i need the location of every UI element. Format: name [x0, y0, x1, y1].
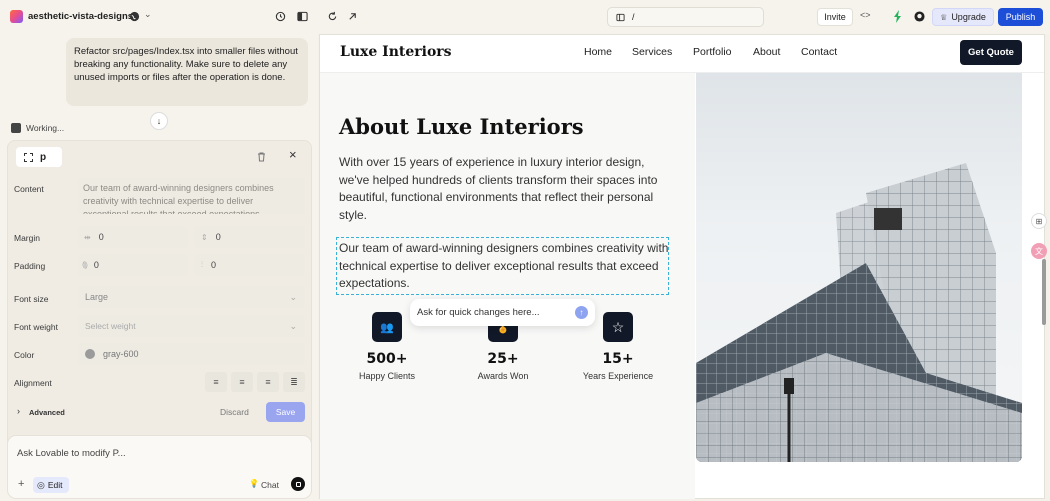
send-button[interactable]: ↑ — [575, 306, 588, 319]
code-icon[interactable]: <> — [860, 10, 871, 20]
margin-x-input[interactable]: ⇹ 0 — [77, 226, 188, 248]
padding-x-input[interactable]: ⟬⟭ 0 — [77, 254, 188, 276]
preview-scrollbar[interactable] — [1042, 259, 1046, 325]
font-weight-label: Font weight — [14, 322, 58, 332]
padding-label: Padding — [14, 261, 46, 271]
element-select-icon — [24, 152, 33, 162]
working-status: Working... — [26, 123, 65, 133]
padding-y-input[interactable]: ⫶ 0 — [194, 254, 305, 276]
user-message-bubble: Refactor src/pages/Index.tsx into smalle… — [66, 38, 308, 106]
target-icon: ◎ — [37, 479, 45, 490]
quick-changes-input[interactable]: Ask for quick changes here... — [417, 307, 540, 318]
color-swatch — [85, 349, 95, 359]
globe-icon[interactable] — [128, 10, 140, 22]
lightbulb-icon: 💡 — [249, 479, 259, 488]
color-picker[interactable]: gray-600 — [77, 343, 305, 365]
align-right-button[interactable]: ≡ — [257, 372, 279, 392]
quick-changes-bar[interactable]: Ask for quick changes here... ↑ — [410, 299, 595, 326]
save-button[interactable]: Save — [266, 402, 305, 422]
scroll-down-button[interactable]: ↓ — [150, 112, 168, 130]
align-center-button[interactable]: ≡ — [231, 372, 253, 392]
stat-icon-clients: 👥 — [372, 312, 402, 342]
top-bar: aesthetic-vista-designs ⌄ / Invite <> ♕ … — [0, 0, 1050, 34]
chevron-down-icon: ⌄ — [289, 291, 297, 302]
padding-y-icon: ⫶ — [201, 260, 203, 269]
bolt-icon[interactable] — [892, 9, 904, 23]
publish-button[interactable]: Publish — [998, 8, 1043, 26]
translate-button[interactable]: 文 — [1031, 243, 1047, 259]
chevron-right-icon[interactable]: › — [17, 406, 20, 416]
chat-toggle[interactable]: Chat — [261, 480, 279, 490]
padding-x-icon: ⟬⟭ — [82, 260, 88, 269]
close-icon[interactable]: × — [289, 147, 297, 162]
content-label: Content — [14, 184, 44, 194]
trash-icon[interactable] — [256, 151, 266, 162]
upgrade-button[interactable]: ♕ Upgrade — [932, 8, 994, 26]
crown-icon: ♕ — [940, 12, 948, 22]
chevron-down-icon: ⌄ — [289, 320, 297, 331]
history-icon[interactable] — [274, 10, 286, 22]
nav-portfolio[interactable]: Portfolio — [693, 46, 732, 58]
nav-services[interactable]: Services — [632, 46, 672, 58]
about-paragraph-1: With over 15 years of experience in luxu… — [339, 155, 658, 222]
invite-button[interactable]: Invite — [817, 8, 853, 26]
lovable-logo-icon[interactable] — [10, 10, 23, 23]
get-quote-button[interactable]: Get Quote — [960, 40, 1022, 65]
stat-icon-years: ☆ — [603, 312, 633, 342]
align-justify-button[interactable]: ≣ — [283, 372, 305, 392]
nav-home[interactable]: Home — [584, 46, 612, 58]
chevron-down-icon[interactable]: ⌄ — [144, 9, 152, 20]
margin-x-icon: ⇹ — [84, 232, 91, 242]
component-tools-button[interactable]: ⊞ — [1031, 213, 1047, 229]
stat-label-years: Years Experience — [582, 371, 654, 381]
stop-button[interactable] — [291, 477, 305, 491]
composer-input[interactable]: Ask Lovable to modify P... — [17, 448, 126, 459]
stat-num-clients: 500+ — [366, 351, 408, 367]
edit-toggle[interactable]: ◎ Edit — [33, 477, 69, 493]
element-tag: p — [40, 151, 47, 163]
star-icon: ☆ — [611, 318, 625, 335]
margin-y-input[interactable]: ⇕ 0 — [194, 226, 305, 248]
github-icon[interactable] — [913, 10, 925, 22]
margin-label: Margin — [14, 233, 40, 243]
nav-about[interactable]: About — [753, 46, 780, 58]
stop-icon — [295, 481, 301, 487]
stat-label-awards: Awards Won — [477, 371, 529, 381]
project-name[interactable]: aesthetic-vista-designs — [28, 11, 133, 22]
site-logo[interactable]: Luxe Interiors — [340, 44, 452, 60]
composer: Ask Lovable to modify P... + ◎ Edit 💡 Ch… — [7, 435, 312, 499]
plus-icon[interactable]: + — [18, 478, 24, 490]
about-paragraph-2[interactable]: Our team of award-winning designers comb… — [339, 240, 669, 293]
discard-button[interactable]: Discard — [220, 407, 249, 417]
font-size-select[interactable]: Large ⌄ — [77, 286, 305, 308]
left-panel: Refactor src/pages/Index.tsx into smalle… — [0, 34, 318, 501]
stat-num-years: 15+ — [602, 351, 634, 367]
refresh-icon[interactable] — [326, 10, 338, 22]
alignment-label: Alignment — [14, 378, 52, 388]
page-icon — [615, 12, 625, 22]
align-left-button[interactable]: ≡ — [205, 372, 227, 392]
content-field[interactable]: Our team of award-winning designers comb… — [77, 178, 305, 214]
nav-contact[interactable]: Contact — [801, 46, 837, 58]
advanced-toggle[interactable]: Advanced — [29, 408, 65, 417]
margin-y-icon: ⇕ — [201, 232, 208, 242]
inspector-header: p — [16, 147, 62, 167]
open-external-icon[interactable] — [346, 10, 358, 22]
building-photo — [696, 73, 1022, 462]
url-path: / — [632, 12, 635, 22]
about-heading: About Luxe Interiors — [339, 114, 584, 139]
users-icon: 👥 — [380, 321, 394, 334]
font-weight-select[interactable]: Select weight ⌄ — [77, 315, 305, 337]
user-message-text: Refactor src/pages/Index.tsx into smalle… — [74, 46, 298, 83]
sidebar-toggle-icon[interactable] — [296, 10, 308, 22]
color-label: Color — [14, 350, 35, 360]
stat-label-clients: Happy Clients — [358, 371, 416, 381]
url-bar[interactable]: / — [607, 7, 764, 27]
lovable-avatar-icon — [11, 123, 21, 133]
font-size-label: Font size — [14, 294, 49, 304]
stat-num-awards: 25+ — [487, 351, 519, 367]
